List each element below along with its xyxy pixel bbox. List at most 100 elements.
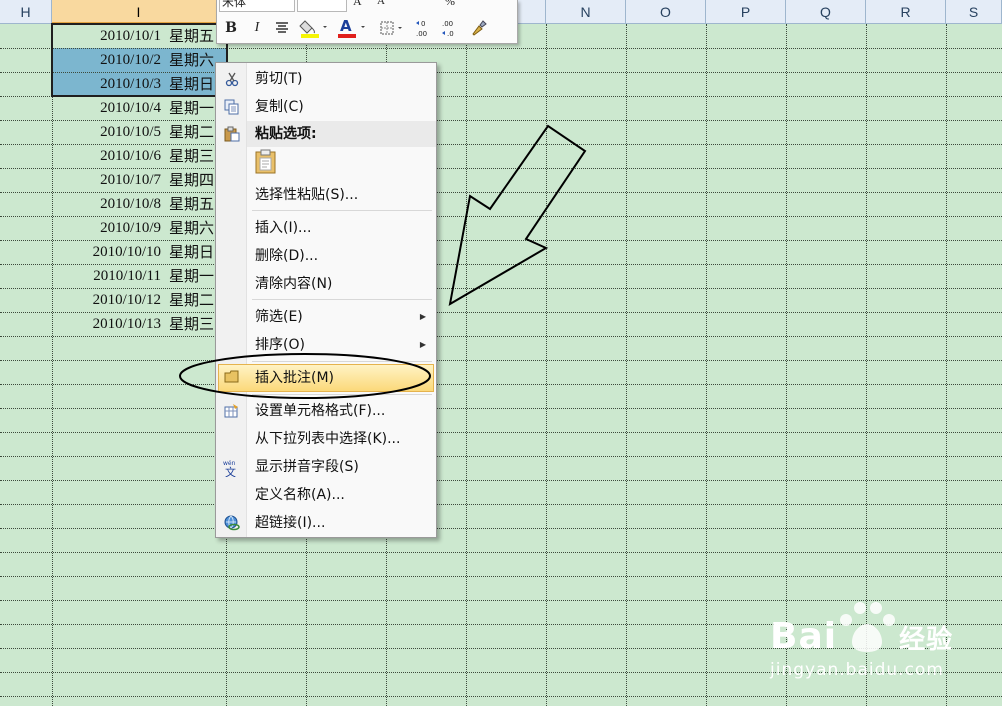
menu-label-pick-from-list: 从下拉列表中选择(K)... [255,431,401,447]
paint-bucket-icon [299,20,327,38]
cell-date[interactable]: 2010/10/9 [52,216,161,240]
menu-separator [252,361,432,362]
paste-icon [223,126,241,142]
menu-label-hyperlink: 超链接(I)... [255,515,326,531]
watermark-brand-text: Bai [770,616,838,657]
comment-icon [223,370,241,386]
submenu-arrow-icon: ▶ [419,312,426,321]
font-color-button[interactable]: A [335,16,369,40]
decrease-decimal-icon: .00.0 [442,20,454,38]
menu-label-cut: 剪切(T) [255,71,303,87]
grid-vline [546,24,547,706]
baidu-watermark: Bai 经验 jingyan.baidu.com [770,598,1002,692]
menu-label-filter: 筛选(E) [255,309,303,325]
grid-hline [0,456,1002,457]
cell-date[interactable]: 2010/10/7 [52,168,161,192]
menu-item-delete[interactable]: 删除(D)... [218,242,434,270]
italic-button[interactable]: I [247,16,267,40]
hyperlink-icon [223,515,241,531]
menu-item-copy[interactable]: 复制(C) [218,93,434,121]
grid-hline [0,384,1002,385]
menu-item-paste-options: 粘贴选项: [218,120,434,148]
menu-item-format-cells[interactable]: 设置单元格格式(F)... [218,397,434,425]
grid-hline [0,504,1002,505]
svg-text:A: A [340,17,352,35]
font-size-box[interactable] [297,0,347,12]
grid-vline [706,24,707,706]
format-painter-button[interactable] [467,16,491,40]
paste-button[interactable] [254,149,278,175]
cell-date[interactable]: 2010/10/12 [52,288,161,312]
scissors-icon [223,71,241,87]
cell-date[interactable]: 2010/10/13 [52,312,161,336]
borders-button[interactable] [377,16,407,40]
menu-item-insert-comment[interactable]: 插入批注(M) [218,364,434,392]
column-header-i[interactable]: I [52,0,226,24]
menu-item-hyperlink[interactable]: 超链接(I)... [218,509,434,537]
menu-item-paste-special[interactable]: 选择性粘贴(S)... [218,181,434,209]
clipboard-icon [255,149,276,174]
watermark-brand: Bai 经验 [770,616,953,657]
menu-item-clear-contents[interactable]: 清除内容(N) [218,270,434,298]
menu-separator [252,210,432,211]
grid-hline [0,432,1002,433]
column-header-p[interactable]: P [706,0,786,24]
menu-label-insert-comment: 插入批注(M) [255,370,335,386]
phonetic-icon: wén 文 [223,459,241,479]
grid-hline [0,528,1002,529]
cell-date[interactable]: 2010/10/11 [52,264,161,288]
grid-hline [0,480,1002,481]
column-header-n[interactable]: N [546,0,626,24]
watermark-brand-cn: 经验 [899,625,954,655]
svg-text:.00: .00 [442,20,453,28]
format-painter-icon [472,20,487,36]
grid-hline [0,408,1002,409]
menu-item-insert[interactable]: 插入(I)... [218,214,434,242]
column-header-s[interactable]: S [946,0,1002,24]
grid-hline [0,696,1002,697]
cell-date[interactable]: 2010/10/10 [52,240,161,264]
bold-button[interactable]: B [221,16,241,40]
increase-decimal-button[interactable]: 0.00 [413,16,437,40]
grid-vline [466,24,467,706]
center-align-button[interactable] [271,16,293,40]
watermark-url: jingyan.baidu.com [770,660,944,680]
cell-date[interactable]: 2010/10/5 [52,120,161,144]
menu-item-pick-from-list[interactable]: 从下拉列表中选择(K)... [218,425,434,453]
menu-label-define-name: 定义名称(A)... [255,487,345,503]
column-header-q[interactable]: Q [786,0,866,24]
menu-item-phonetic[interactable]: wén 文 显示拼音字段(S) [218,453,434,481]
fill-color-button[interactable] [297,16,331,40]
menu-item-sort[interactable]: 排序(O) ▶ [218,331,434,359]
font-name-value: 宋体 [222,0,247,9]
menu-label-sort: 排序(O) [255,337,305,353]
grid-hline [0,360,1002,361]
svg-text:.0: .0 [447,30,454,38]
column-header-r[interactable]: R [866,0,946,24]
grid-hline [0,336,1002,337]
svg-text:.00: .00 [416,30,427,38]
menu-label-clear-contents: 清除内容(N) [255,276,333,292]
menu-item-filter[interactable]: 筛选(E) ▶ [218,303,434,331]
column-header-o[interactable]: O [626,0,706,24]
menu-item-cut[interactable]: 剪切(T) [218,65,434,93]
menu-label-copy: 复制(C) [255,99,304,115]
menu-label-delete: 删除(D)... [255,248,319,264]
cell-date[interactable]: 2010/10/8 [52,192,161,216]
grid-hline [0,576,1002,577]
cell-date[interactable]: 2010/10/4 [52,96,161,120]
menu-label-paste-options: 粘贴选项: [255,126,317,142]
selection-border [51,23,228,97]
svg-text:0: 0 [421,20,425,28]
menu-label-format-cells: 设置单元格格式(F)... [255,403,386,419]
menu-separator [252,299,432,300]
cell-date[interactable]: 2010/10/6 [52,144,161,168]
font-color-icon: A [338,17,365,38]
menu-item-define-name[interactable]: 定义名称(A)... [218,481,434,509]
copy-icon [223,99,241,115]
decrease-decimal-button[interactable]: .00.0 [439,16,463,40]
menu-label-phonetic: 显示拼音字段(S) [255,459,359,475]
font-name-box[interactable]: 宋体 [219,0,295,12]
align-center-icon [276,22,288,33]
column-header-h[interactable]: H [0,0,52,24]
